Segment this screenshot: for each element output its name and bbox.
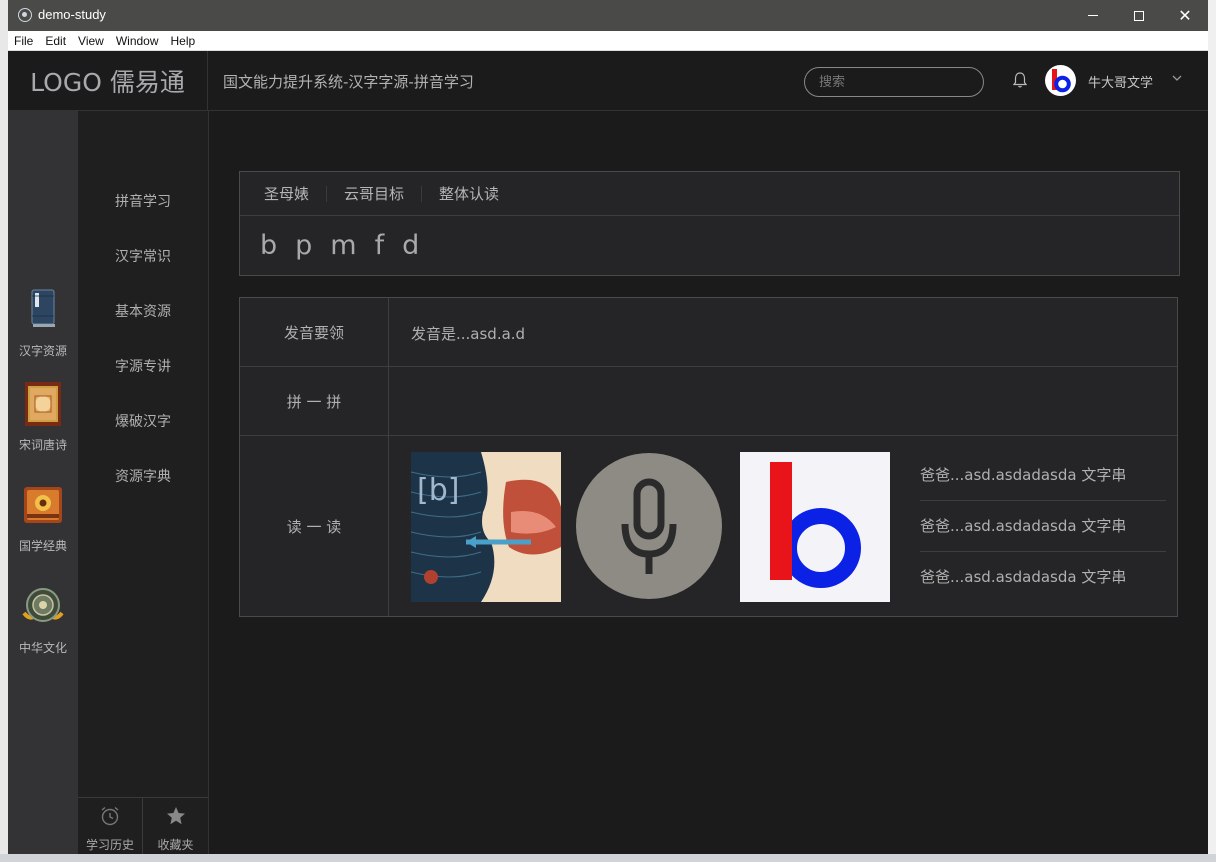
table-row: 拼 一 拼 <box>240 367 1177 436</box>
chevron-down-icon[interactable] <box>1170 71 1184 85</box>
username[interactable]: 牛大哥文学 <box>1088 72 1153 91</box>
sidebar-item-etymology[interactable]: 字源专讲 <box>78 356 208 376</box>
articulation-illustration: [b] <box>410 452 561 602</box>
table-row: 发音要领 发音是...asd.a.d <box>240 298 1177 367</box>
menu-view[interactable]: View <box>78 34 104 48</box>
book-icon <box>31 289 55 327</box>
minimize-button[interactable] <box>1070 0 1116 31</box>
title-bar: demo-study ✕ <box>8 0 1208 31</box>
letter-list: b p m f d <box>240 216 1179 261</box>
tab-bar: 圣母婊 云哥目标 整体认读 <box>240 172 1179 216</box>
module-rail: 汉字资源 宋词唐诗 国学经典 中华文化 <box>8 111 78 854</box>
minimize-icon <box>1088 15 1098 16</box>
rail-label: 宋词唐诗 <box>18 438 67 452</box>
app-icon <box>18 8 32 22</box>
pronunciation-text: 发音是...asd.a.d <box>411 325 526 343</box>
articulation-image[interactable]: [b] <box>410 452 561 602</box>
list-item[interactable]: 爸爸...asd.asdadasda 文字串 <box>920 450 1166 501</box>
letter-item[interactable]: p <box>295 230 312 261</box>
row-label: 读 一 读 <box>240 436 389 616</box>
app-header: LOGO 儒易通 国文能力提升系统-汉字字源-拼音学习 牛大哥文学 <box>8 51 1208 111</box>
record-button[interactable] <box>575 452 725 602</box>
sidebar-item-hanzi-basics[interactable]: 汉字常识 <box>78 246 208 266</box>
row-label: 拼 一 拼 <box>240 367 389 435</box>
svg-text:[b]: [b] <box>417 473 459 508</box>
list-item[interactable]: 爸爸...asd.asdadasda 文字串 <box>920 501 1166 552</box>
menu-file[interactable]: File <box>14 34 33 48</box>
avatar[interactable] <box>1045 65 1076 96</box>
close-icon: ✕ <box>1178 6 1192 25</box>
rail-label: 汉字资源 <box>18 344 67 358</box>
sidebar-item-resources[interactable]: 基本资源 <box>78 301 208 321</box>
letter-b-image[interactable] <box>740 452 890 602</box>
search-input[interactable] <box>804 67 984 97</box>
star-icon <box>166 807 185 825</box>
alarm-clock-icon <box>101 806 119 826</box>
tab-initials[interactable]: 圣母婊 <box>247 185 328 202</box>
microphone-icon <box>575 452 725 602</box>
menu-window[interactable]: Window <box>116 34 159 48</box>
favorites-label: 收藏夹 <box>157 838 194 852</box>
pinyin-panel: 圣母婊 云哥目标 整体认读 b p m f d <box>239 171 1180 276</box>
sidebar-item-dictionary[interactable]: 资源字典 <box>78 466 208 486</box>
tab-finals[interactable]: 云哥目标 <box>327 185 423 202</box>
row-label: 发音要领 <box>240 298 389 366</box>
letter-item[interactable]: d <box>402 230 419 261</box>
history-button[interactable]: 学习历史 <box>78 798 143 854</box>
bell-icon[interactable] <box>1012 71 1028 89</box>
classic-book-icon <box>24 487 62 523</box>
sidebar-footer: 学习历史 收藏夹 <box>78 797 208 854</box>
main-content: 圣母婊 云哥目标 整体认读 b p m f d 发音要领 发音是...asd.a… <box>209 111 1208 854</box>
close-button[interactable]: ✕ <box>1162 0 1208 31</box>
letter-b-illustration <box>740 452 890 602</box>
rail-label: 中华文化 <box>18 641 67 655</box>
menu-bar: File Edit View Window Help <box>8 31 1208 51</box>
maximize-icon <box>1134 10 1144 21</box>
favorites-button[interactable]: 收藏夹 <box>143 798 208 854</box>
sidebar-item-pinyin[interactable]: 拼音学习 <box>78 191 208 211</box>
rail-item-hanzi[interactable]: 汉字资源 <box>8 286 78 359</box>
rail-item-culture[interactable]: 中华文化 <box>8 583 78 656</box>
letter-item[interactable]: f <box>375 230 385 261</box>
culture-emblem-icon <box>22 588 64 622</box>
letter-item[interactable]: b <box>260 230 277 261</box>
logo: LOGO 儒易通 <box>8 51 208 110</box>
maximize-button[interactable] <box>1116 0 1162 31</box>
rail-item-classics[interactable]: 国学经典 <box>8 481 78 554</box>
app-window: demo-study ✕ File Edit View Window Help … <box>8 0 1208 854</box>
window-title: demo-study <box>38 7 106 22</box>
list-item[interactable]: 爸爸...asd.asdadasda 文字串 <box>920 552 1166 603</box>
reading-list: 爸爸...asd.asdadasda 文字串 爸爸...asd.asdadasd… <box>920 450 1166 603</box>
rail-label: 国学经典 <box>18 539 67 553</box>
avatar-logo-icon <box>1052 69 1071 93</box>
breadcrumb: 国文能力提升系统-汉字字源-拼音学习 <box>223 73 474 91</box>
rail-item-poetry[interactable]: 宋词唐诗 <box>8 380 78 453</box>
scroll-frame-icon <box>25 382 61 426</box>
menu-help[interactable]: Help <box>171 34 196 48</box>
sidebar-item-breakdown[interactable]: 爆破汉字 <box>78 411 208 431</box>
table-row: 读 一 读 [b] 爸爸...asd.asdadasda 文字串 爸爸...as… <box>240 436 1177 616</box>
tab-whole-syllables[interactable]: 整体认读 <box>422 186 516 202</box>
detail-table: 发音要领 发音是...asd.a.d 拼 一 拼 读 一 读 [b] 爸爸...… <box>239 297 1178 617</box>
letter-item[interactable]: m <box>330 230 356 261</box>
menu-edit[interactable]: Edit <box>45 34 66 48</box>
history-label: 学习历史 <box>85 838 134 852</box>
sidebar-nav: 拼音学习 汉字常识 基本资源 字源专讲 爆破汉字 资源字典 学习历史 收藏夹 <box>78 111 209 854</box>
